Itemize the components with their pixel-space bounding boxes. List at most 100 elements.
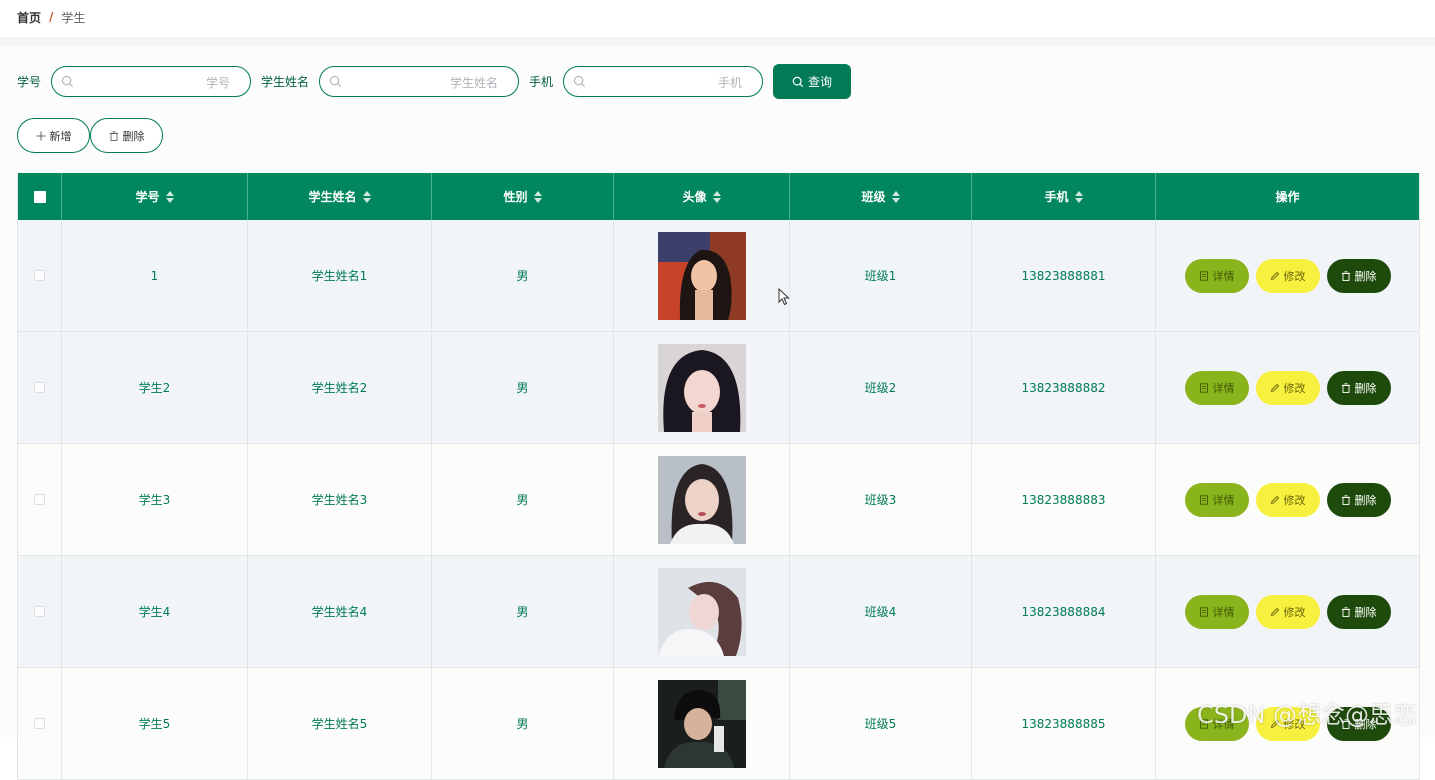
watermark: CSDN @想念@思恋 (1197, 701, 1418, 729)
column-header-gender[interactable]: 性别 (432, 173, 614, 220)
delete-button[interactable]: 删除 (1326, 482, 1391, 517)
batch-delete-button[interactable]: 删除 (90, 118, 163, 153)
trash-icon (1341, 494, 1350, 505)
select-all-checkbox[interactable] (33, 190, 46, 203)
cell-phone: 13823888883 (972, 444, 1156, 555)
add-button[interactable]: 新增 (17, 118, 90, 153)
document-icon (1199, 494, 1208, 505)
edit-button-label: 修改 (1283, 605, 1306, 619)
breadcrumb: 首页 / 学生 (17, 8, 85, 26)
sort-icon[interactable] (165, 190, 174, 203)
column-header-label: 头像 (682, 190, 707, 204)
edit-button[interactable]: 修改 (1255, 482, 1320, 517)
trash-icon (1341, 606, 1350, 617)
delete-button-label: 删除 (1354, 269, 1377, 283)
edit-button[interactable]: 修改 (1255, 594, 1320, 629)
delete-button[interactable]: 删除 (1326, 370, 1391, 405)
breadcrumb-home[interactable]: 首页 (17, 9, 41, 26)
delete-button[interactable]: 删除 (1326, 258, 1391, 293)
column-header-name[interactable]: 学生姓名 (248, 173, 432, 220)
student-table: 学号 学生姓名 性别 头像 班级 手机 操作 1 学生姓名1 男 班级1 138… (17, 173, 1420, 780)
avatar[interactable] (657, 231, 746, 320)
cell-phone: 13823888885 (972, 668, 1156, 779)
document-icon (1199, 606, 1208, 617)
search-label-phone: 手机 (529, 75, 554, 89)
cell-phone: 13823888881 (972, 220, 1156, 331)
edit-button[interactable]: 修改 (1255, 258, 1320, 293)
search-icon (329, 75, 342, 88)
edit-button-label: 修改 (1283, 381, 1306, 395)
cell-class: 班级1 (790, 220, 972, 331)
header-select-all[interactable] (18, 173, 62, 220)
document-icon (1199, 270, 1208, 281)
mouse-cursor-icon (778, 288, 790, 306)
cell-phone: 13823888884 (972, 556, 1156, 667)
search-icon (573, 75, 586, 88)
table-row[interactable]: 学生4 学生姓名4 男 班级4 13823888884 详情 修改 删除 (18, 556, 1419, 668)
table-row[interactable]: 学生2 学生姓名2 男 班级2 13823888882 详情 修改 删除 (18, 332, 1419, 444)
detail-button[interactable]: 详情 (1184, 258, 1249, 293)
column-header-label: 班级 (861, 190, 886, 204)
search-icon (61, 75, 74, 88)
document-icon (1199, 382, 1208, 393)
edit-button[interactable]: 修改 (1255, 370, 1320, 405)
trash-icon (1341, 270, 1350, 281)
avatar[interactable] (657, 343, 746, 432)
delete-button-label: 删除 (1354, 493, 1377, 507)
row-checkbox[interactable] (34, 718, 45, 729)
detail-button[interactable]: 详情 (1184, 370, 1249, 405)
pencil-icon (1270, 271, 1279, 280)
avatar[interactable] (657, 567, 746, 656)
search-input-name[interactable] (348, 67, 501, 98)
detail-button[interactable]: 详情 (1184, 482, 1249, 517)
table-row[interactable]: 1 学生姓名1 男 班级1 13823888881 详情 修改 删除 (18, 220, 1419, 332)
search-input-phone[interactable] (592, 67, 745, 98)
column-header-label: 操作 (1275, 190, 1300, 204)
breadcrumb-current: 学生 (61, 10, 86, 25)
query-button-label: 查询 (808, 75, 833, 89)
avatar[interactable] (657, 679, 746, 768)
search-field-name[interactable] (319, 66, 520, 98)
avatar[interactable] (657, 455, 746, 544)
search-bar: 学号 学生姓名 手机 查询 (17, 64, 852, 99)
delete-button[interactable]: 删除 (1326, 594, 1391, 629)
search-field-phone[interactable] (563, 66, 764, 98)
column-header-avatar[interactable]: 头像 (614, 173, 790, 220)
edit-button-label: 修改 (1283, 493, 1306, 507)
column-header-label: 学号 (135, 190, 160, 204)
sort-icon[interactable] (362, 190, 371, 203)
sort-icon[interactable] (891, 190, 900, 203)
search-input-id[interactable] (80, 67, 233, 98)
cell-gender: 男 (432, 444, 614, 555)
search-label-id: 学号 (17, 75, 42, 89)
table-row[interactable]: 学生3 学生姓名3 男 班级3 13823888883 详情 修改 删除 (18, 444, 1419, 556)
column-header-id[interactable]: 学号 (62, 173, 248, 220)
table-header: 学号 学生姓名 性别 头像 班级 手机 操作 (18, 173, 1419, 220)
trash-icon (1341, 382, 1350, 393)
search-field-id[interactable] (51, 66, 252, 98)
row-checkbox[interactable] (34, 606, 45, 617)
sort-icon[interactable] (533, 190, 542, 203)
row-checkbox[interactable] (34, 382, 45, 393)
cell-id: 学生3 (62, 444, 248, 555)
add-button-label: 新增 (49, 129, 72, 143)
cell-id: 学生4 (62, 556, 248, 667)
cell-name: 学生姓名5 (248, 668, 432, 779)
sort-icon[interactable] (1074, 190, 1083, 203)
sort-icon[interactable] (712, 190, 721, 203)
pencil-icon (1270, 607, 1279, 616)
breadcrumb-separator: / (49, 10, 54, 24)
column-header-class[interactable]: 班级 (790, 173, 972, 220)
cell-class: 班级5 (790, 668, 972, 779)
detail-button[interactable]: 详情 (1184, 594, 1249, 629)
pencil-icon (1270, 383, 1279, 392)
row-checkbox[interactable] (34, 494, 45, 505)
cell-gender: 男 (432, 668, 614, 779)
query-button[interactable]: 查询 (773, 64, 852, 99)
cell-phone: 13823888882 (972, 332, 1156, 443)
cell-class: 班级3 (790, 444, 972, 555)
column-header-phone[interactable]: 手机 (972, 173, 1156, 220)
pencil-icon (1270, 495, 1279, 504)
detail-button-label: 详情 (1212, 269, 1235, 283)
row-checkbox[interactable] (34, 270, 45, 281)
